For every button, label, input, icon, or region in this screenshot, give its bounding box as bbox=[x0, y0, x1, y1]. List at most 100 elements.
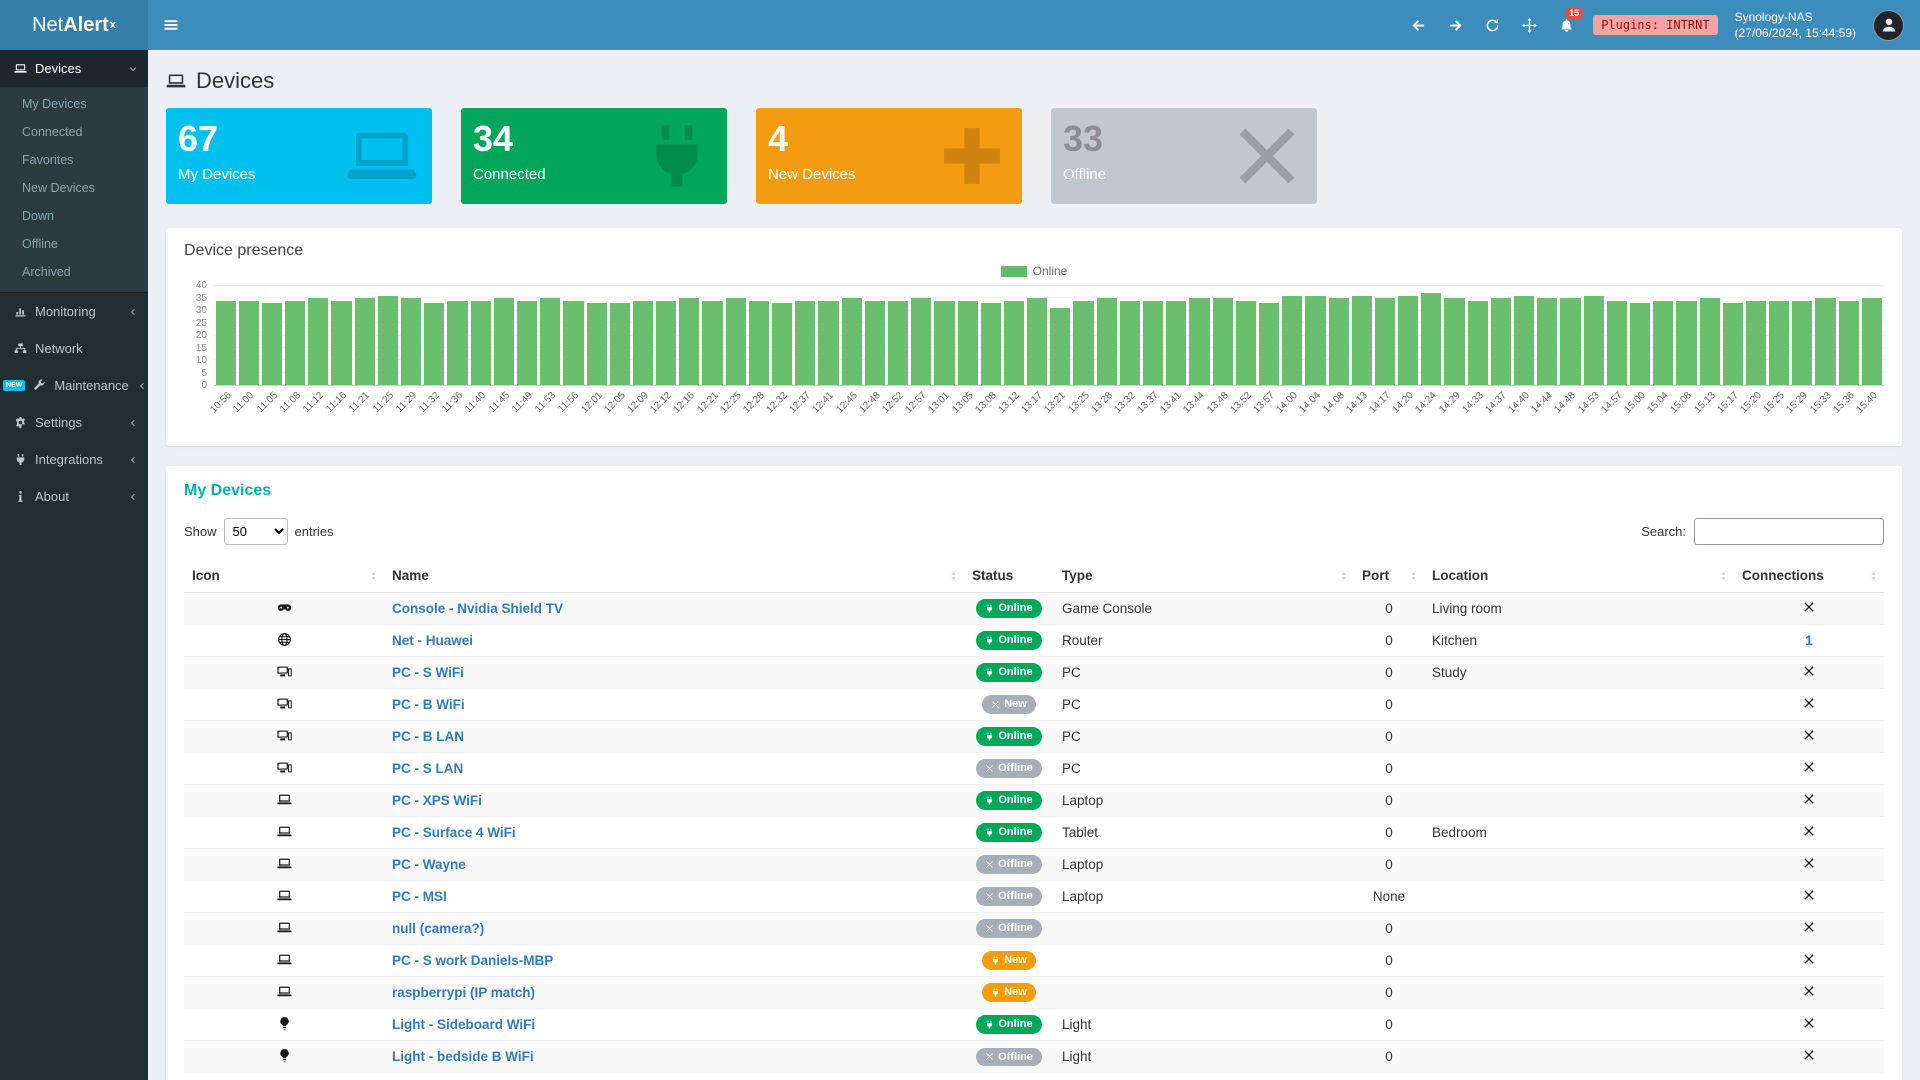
notifications-button[interactable]: 15 bbox=[1556, 0, 1576, 50]
status-badge-icon bbox=[985, 892, 994, 901]
device-port: 0 bbox=[1354, 721, 1424, 753]
column-header-location[interactable]: Location bbox=[1424, 559, 1734, 593]
sidebar-item-settings[interactable]: Settings bbox=[0, 404, 148, 441]
chevron-left-icon bbox=[128, 492, 138, 502]
sidebar-item-about[interactable]: About bbox=[0, 478, 148, 515]
device-connections bbox=[1734, 849, 1884, 881]
sidebar-item-network[interactable]: Network bbox=[0, 330, 148, 367]
stat-card-new-devices[interactable]: 4 New Devices bbox=[756, 108, 1022, 204]
computer-icon bbox=[277, 696, 292, 711]
search-input[interactable] bbox=[1694, 518, 1884, 545]
sidebar-subitem-new-devices[interactable]: New Devices bbox=[0, 174, 148, 202]
status-badge-icon bbox=[985, 1052, 994, 1061]
stat-card-connected[interactable]: 34 Connected bbox=[461, 108, 727, 204]
notifications-count-badge: 15 bbox=[1565, 7, 1583, 20]
stat-card-my-devices[interactable]: 67 My Devices bbox=[166, 108, 432, 204]
device-table-row: PC - XPS WiFi Online Laptop 0 bbox=[184, 785, 1884, 817]
status-badge-icon bbox=[985, 860, 994, 869]
chart-plot-area bbox=[214, 286, 1884, 386]
presence-bar bbox=[958, 301, 978, 385]
device-table-row: Net - Huawei Online Router 0 Kitchen 1 bbox=[184, 625, 1884, 657]
device-name-link[interactable]: PC - Surface 4 WiFi bbox=[392, 825, 516, 840]
device-name-link[interactable]: null (camera?) bbox=[392, 921, 484, 936]
forward-button[interactable] bbox=[1445, 0, 1465, 50]
device-name-link[interactable]: raspberrypi (IP match) bbox=[392, 985, 535, 1000]
device-port: 0 bbox=[1354, 753, 1424, 785]
device-table-row: raspberrypi (IP match) New 0 bbox=[184, 977, 1884, 1009]
column-header-name[interactable]: Name bbox=[384, 559, 964, 593]
no-connections-icon bbox=[1803, 953, 1815, 965]
presence-bar bbox=[401, 298, 421, 385]
host-timestamp: (27/06/2024, 15:44:59) bbox=[1735, 25, 1856, 41]
sidebar-item-integrations[interactable]: Integrations bbox=[0, 441, 148, 478]
app-logo[interactable]: NetAlertx bbox=[0, 0, 148, 50]
sidebar-subitem-favorites[interactable]: Favorites bbox=[0, 146, 148, 174]
device-location bbox=[1424, 1041, 1734, 1073]
move-button[interactable] bbox=[1519, 0, 1539, 50]
no-connections-icon bbox=[1803, 985, 1815, 997]
column-header-status[interactable]: Status bbox=[964, 559, 1054, 593]
laptop-icon bbox=[277, 952, 292, 967]
presence-bar bbox=[587, 303, 607, 385]
laptop-icon bbox=[277, 920, 292, 935]
status-badge-label: Online bbox=[998, 634, 1032, 646]
show-label: Show bbox=[184, 524, 217, 539]
presence-bar bbox=[1746, 301, 1766, 385]
presence-bar bbox=[633, 301, 653, 385]
back-button[interactable] bbox=[1408, 0, 1428, 50]
computer-icon bbox=[277, 664, 292, 679]
device-table-row: null (camera?) Offline 0 bbox=[184, 913, 1884, 945]
sidebar-item-maintenance[interactable]: NEW Maintenance bbox=[0, 367, 148, 404]
plug-icon bbox=[641, 120, 713, 192]
connections-count-link[interactable]: 1 bbox=[1805, 633, 1813, 648]
device-name-link[interactable]: PC - B LAN bbox=[392, 729, 464, 744]
device-name-link[interactable]: Light - bedside B WiFi bbox=[392, 1049, 534, 1064]
presence-bar bbox=[911, 298, 931, 385]
device-type: Laptop bbox=[1054, 881, 1354, 913]
device-type: PC bbox=[1054, 753, 1354, 785]
device-name-link[interactable]: PC - MSI bbox=[392, 889, 447, 904]
presence-bar bbox=[378, 296, 398, 385]
device-name-link[interactable]: PC - B WiFi bbox=[392, 697, 465, 712]
refresh-button[interactable] bbox=[1482, 0, 1502, 50]
sidebar-subitem-down[interactable]: Down bbox=[0, 202, 148, 230]
device-name-link[interactable]: PC - Wayne bbox=[392, 857, 466, 872]
device-name-link[interactable]: PC - S WiFi bbox=[392, 665, 464, 680]
no-connections-icon bbox=[1803, 1017, 1815, 1029]
device-port: 0 bbox=[1354, 593, 1424, 625]
device-name-link[interactable]: Net - Huawei bbox=[392, 633, 473, 648]
chart-y-axis: 0510152025303540 bbox=[184, 286, 214, 386]
status-badge-icon bbox=[985, 668, 994, 677]
presence-bar bbox=[981, 303, 1001, 385]
sidebar-subitem-archived[interactable]: Archived bbox=[0, 258, 148, 286]
globe-icon bbox=[277, 632, 292, 647]
sidebar-subitem-connected[interactable]: Connected bbox=[0, 118, 148, 146]
sidebar-subitem-my-devices[interactable]: My Devices bbox=[0, 90, 148, 118]
device-name-link[interactable]: Console - Nvidia Shield TV bbox=[392, 601, 563, 616]
computer-icon bbox=[277, 760, 292, 775]
presence-bar bbox=[1792, 301, 1812, 385]
status-badge-icon bbox=[985, 636, 994, 645]
page-header: Devices bbox=[166, 60, 1902, 108]
column-header-connections[interactable]: Connections bbox=[1734, 559, 1884, 593]
device-name-link[interactable]: Light - Sideboard WiFi bbox=[392, 1017, 535, 1032]
page-size-select[interactable]: 50 bbox=[224, 518, 288, 545]
column-header-port[interactable]: Port bbox=[1354, 559, 1424, 593]
status-badge: Offline bbox=[976, 887, 1042, 905]
device-name-link[interactable]: PC - XPS WiFi bbox=[392, 793, 482, 808]
device-type: Light bbox=[1054, 1009, 1354, 1041]
stat-card-offline[interactable]: 33 Offline bbox=[1051, 108, 1317, 204]
user-avatar[interactable] bbox=[1873, 10, 1904, 41]
status-badge-label: Offline bbox=[998, 858, 1033, 870]
status-badge: New bbox=[982, 983, 1036, 1001]
sidebar-toggle-button[interactable] bbox=[148, 0, 194, 50]
column-header-icon[interactable]: Icon bbox=[184, 559, 384, 593]
device-name-link[interactable]: PC - S LAN bbox=[392, 761, 463, 776]
device-name-link[interactable]: PC - S work Daniels-MBP bbox=[392, 953, 553, 968]
plugins-status-badge[interactable]: Plugins: INTRNT bbox=[1593, 15, 1717, 35]
column-header-type[interactable]: Type bbox=[1054, 559, 1354, 593]
presence-bar bbox=[1560, 298, 1580, 385]
sidebar-subitem-offline[interactable]: Offline bbox=[0, 230, 148, 258]
sidebar-item-monitoring[interactable]: Monitoring bbox=[0, 293, 148, 330]
sidebar-item-devices[interactable]: Devices bbox=[0, 50, 148, 87]
